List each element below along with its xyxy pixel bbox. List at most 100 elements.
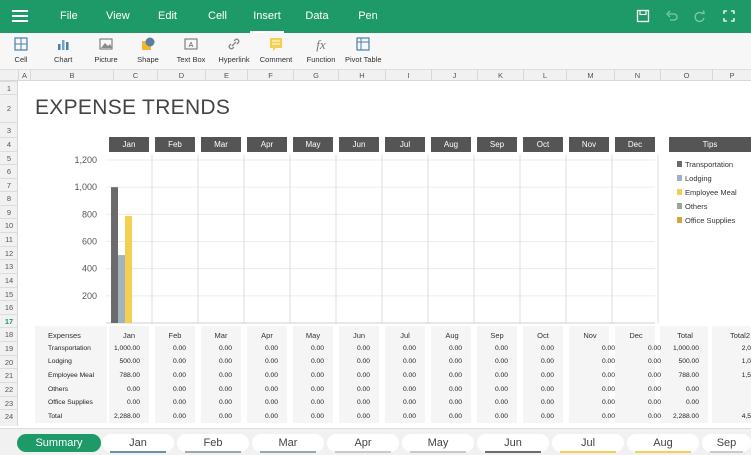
table-row-label[interactable]: Total [48,413,62,420]
table-cell[interactable]: 1,0 [691,358,751,365]
row-header-22[interactable]: 22 [0,382,18,396]
month-header-may[interactable]: May [293,137,333,152]
redo-icon[interactable] [693,9,707,23]
row-header-20[interactable]: 20 [0,355,18,368]
menu-tab-file[interactable]: File [60,0,78,33]
row-header-21[interactable]: 21 [0,368,18,382]
table-row-label[interactable]: Others [48,386,68,393]
table-cell[interactable]: 0.00 [494,399,554,406]
row-header-24[interactable]: 24 [0,409,18,423]
undo-icon[interactable] [665,9,679,23]
row-header-23[interactable]: 23 [0,396,18,409]
toolbar-comment-button[interactable]: Comment [259,36,293,68]
row-header-4[interactable]: 4 [0,137,18,151]
row-header-8[interactable]: 8 [0,191,18,205]
table-cell[interactable]: 0.00 [494,345,554,352]
table-cell[interactable]: 788.00 [639,372,699,379]
row-header-2[interactable]: 2 [0,94,18,122]
month-header-apr[interactable]: Apr [247,137,287,152]
column-header-K[interactable]: K [477,70,523,81]
month-header-feb[interactable]: Feb [155,137,195,152]
sheet-tab-sep[interactable]: Sep [702,434,751,453]
toolbar-function-button[interactable]: fx Function [306,36,336,68]
save-icon[interactable] [636,9,650,23]
toolbar-shape-button[interactable]: Shape [137,36,159,68]
sheet-tab-jun[interactable]: Jun [477,434,549,453]
menu-tab-pen[interactable]: Pen [358,0,378,33]
table-cell[interactable]: 0.00 [494,413,554,420]
row-header-14[interactable]: 14 [0,273,18,287]
month-header-sep[interactable]: Sep [477,137,517,152]
toolbar-pivot-table-button[interactable]: Pivot Table [345,36,382,68]
table-cell[interactable]: 2,288.00 [639,413,699,420]
sheet-tab-mar[interactable]: Mar [252,434,324,453]
row-header-12[interactable]: 12 [0,246,18,259]
table-cell[interactable]: 0.00 [494,372,554,379]
row-header-13[interactable]: 13 [0,259,18,273]
row-header-11[interactable]: 11 [0,232,18,246]
month-header-jun[interactable]: Jun [339,137,379,152]
row-header-19[interactable]: 19 [0,341,18,355]
column-header-L[interactable]: L [523,70,566,81]
row-header-6[interactable]: 6 [0,164,18,178]
column-header-H[interactable]: H [338,70,385,81]
table-cell[interactable]: 1,000.00 [639,345,699,352]
row-header-17[interactable]: 17 [0,314,18,327]
row-header-16[interactable]: 16 [0,300,18,314]
menu-tab-cell[interactable]: Cell [208,0,227,33]
month-header-oct[interactable]: Oct [523,137,563,152]
table-cell[interactable]: 0.00 [639,399,699,406]
month-header-jul[interactable]: Jul [385,137,425,152]
column-header-I[interactable]: I [385,70,431,81]
toolbar-picture-button[interactable]: Picture [94,36,118,68]
row-header-7[interactable]: 7 [0,178,18,191]
menu-tab-insert[interactable]: Insert [250,0,284,33]
table-row-label[interactable]: Lodging [48,358,72,365]
month-header-mar[interactable]: Mar [201,137,241,152]
column-header-F[interactable]: F [247,70,293,81]
hamburger-menu-icon[interactable] [12,10,28,22]
column-header-C[interactable]: C [113,70,157,81]
sheet-tab-jan[interactable]: Jan [102,434,174,453]
toolbar-chart-button[interactable]: Chart [54,36,72,68]
menu-tab-data[interactable]: Data [305,0,329,33]
sheet-tab-apr[interactable]: Apr [327,434,399,453]
toolbar-cell-button[interactable]: Cell [10,36,32,68]
menu-tab-view[interactable]: View [106,0,130,33]
month-header-aug[interactable]: Aug [431,137,471,152]
month-header-dec[interactable]: Dec [615,137,655,152]
table-cell[interactable]: 1,5 [691,372,751,379]
tips-header[interactable]: Tips [669,137,751,152]
column-header-N[interactable]: N [614,70,660,81]
table-cell[interactable]: 2,0 [691,345,751,352]
column-header-O[interactable]: O [660,70,712,81]
column-header-P[interactable]: P [712,70,751,81]
row-header-10[interactable]: 10 [0,218,18,232]
column-header-M[interactable]: M [566,70,614,81]
toolbar-hyperlink-button[interactable]: Hyperlink [218,36,250,68]
table-cell[interactable]: 0.00 [639,386,699,393]
column-header-A[interactable]: A [18,70,30,81]
month-header-nov[interactable]: Nov [569,137,609,152]
row-header-3[interactable]: 3 [0,122,18,137]
sheet-tab-jul[interactable]: Jul [552,434,624,453]
menu-tab-edit[interactable]: Edit [158,0,177,33]
table-cell[interactable]: 0.00 [494,358,554,365]
column-header-E[interactable]: E [205,70,247,81]
fullscreen-icon[interactable] [722,9,736,23]
sheet-tab-aug[interactable]: Aug [627,434,699,453]
table-cell[interactable]: 500.00 [639,358,699,365]
row-header-9[interactable]: 9 [0,205,18,218]
month-header-jan[interactable]: Jan [109,137,149,152]
column-header-D[interactable]: D [157,70,205,81]
column-header-B[interactable]: B [30,70,113,81]
table-cell[interactable]: 0.00 [494,386,554,393]
toolbar-textbox-button[interactable]: A Text Box [176,36,206,68]
row-header-1[interactable]: 1 [0,81,18,94]
table-cell[interactable]: 4,5 [691,413,751,420]
column-header-J[interactable]: J [431,70,477,81]
column-header-G[interactable]: G [293,70,338,81]
sheet-tab-feb[interactable]: Feb [177,434,249,453]
row-header-15[interactable]: 15 [0,287,18,300]
row-header-5[interactable]: 5 [0,151,18,164]
